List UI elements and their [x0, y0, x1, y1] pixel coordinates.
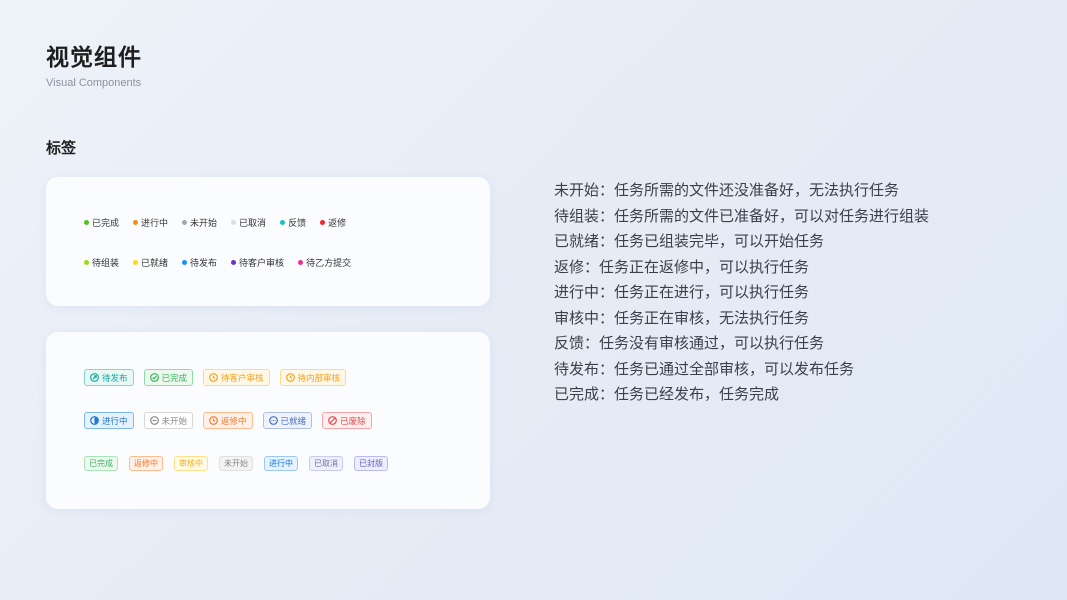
status-dot-icon — [133, 220, 139, 225]
status-tag-label: 待发布 — [102, 373, 128, 384]
description-line: 审核中：任务正在审核，无法执行任务 — [554, 308, 810, 327]
clock-icon — [285, 373, 295, 382]
status-tag: 待客户审核 — [203, 369, 270, 386]
status-tag-label: 已完成 — [89, 459, 113, 468]
status-tag: 已取消 — [309, 456, 343, 471]
status-dot-tag: 已就绪 — [133, 256, 168, 269]
status-dot-tag: 待乙方提交 — [298, 256, 351, 269]
status-dot-icon — [182, 220, 188, 225]
description-line: 反馈：任务没有审核通过，可以执行任务 — [554, 334, 825, 352]
status-descriptions: 未开始：任务所需的文件还没准备好，无法执行任务 待组装：任务所需的文件已准备好，… — [554, 178, 929, 408]
status-dot-icon — [133, 260, 139, 265]
status-tag: 返修中 — [203, 412, 253, 429]
status-tag: 返修中 — [129, 456, 163, 471]
description-line: 返修：任务正在返修中，可以执行任务 — [554, 257, 810, 276]
icon-tags-row-1: 待发布 已完成 待客户审核 待内部审核 — [84, 369, 347, 386]
half-circle-icon — [90, 416, 99, 425]
status-dot-tag: 返修 — [320, 216, 346, 229]
description-line: 待发布：任务已通过全部审核，可以发布任务 — [554, 359, 855, 378]
description-line: 进行中：任务正在进行，可以执行任务 — [554, 283, 810, 301]
status-tag-label: 返修中 — [221, 416, 247, 427]
status-tag-label: 已取消 — [314, 459, 338, 468]
status-tag-label: 已废除 — [340, 416, 366, 427]
status-tag: 待发布 — [84, 369, 134, 386]
status-tag: 已封版 — [354, 456, 388, 471]
clock-icon — [209, 416, 218, 425]
status-tag-label: 未开始 — [161, 416, 188, 427]
status-tag: 已完成 — [143, 369, 194, 386]
status-dot-tag: 待组装 — [84, 256, 119, 269]
description-line: 已完成：任务已经发布，任务完成 — [554, 385, 780, 403]
icon-tags-row-2: 进行中 未开始 返修中 已就绪 已废除 — [84, 412, 372, 429]
status-dot-icon — [84, 260, 89, 265]
page-title: 视觉组件 — [46, 45, 142, 71]
status-dot-icon — [280, 220, 286, 225]
status-tag-label: 待乙方提交 — [306, 259, 352, 269]
status-dot-tag: 已取消 — [231, 216, 266, 229]
plain-tags-row: 已完成 返修中 审核中 未开始 进行中 已取消 已封版 — [84, 456, 388, 471]
status-dot-tag: 待发布 — [182, 256, 217, 269]
status-tag-label: 待组装 — [92, 259, 120, 269]
status-tag-label: 已封版 — [359, 459, 383, 468]
status-dot-tag: 未开始 — [182, 216, 217, 229]
status-tag-label: 已就绪 — [141, 259, 169, 269]
status-tag-label: 待内部审核 — [297, 373, 341, 384]
description-line: 已就绪：任务已组装完毕，可以开始任务 — [554, 232, 825, 250]
status-dot-icon — [182, 260, 188, 265]
status-tag-label: 反馈 — [288, 219, 307, 229]
status-tag-label: 未开始 — [224, 459, 248, 468]
dots-circle-icon — [268, 416, 278, 425]
dot-tags-row-2: 待组装 已就绪 待发布 待客户审核 待乙方提交 — [84, 256, 351, 269]
status-tag-label: 待客户审核 — [239, 259, 285, 269]
status-dot-icon — [298, 260, 304, 265]
clock-icon — [209, 373, 218, 382]
status-tag-label: 已完成 — [161, 373, 188, 384]
status-tag: 待内部审核 — [279, 369, 347, 386]
dot-tags-card: 已完成 进行中 未开始 已取消 反馈 返修 待组装 已就绪 待发布 待客户审核 待乙方提交 — [46, 177, 490, 306]
description-line: 待组装：任务所需的文件已准备好，可以对任务进行组装 — [554, 206, 930, 225]
ban-icon — [328, 416, 337, 425]
description-line: 未开始：任务所需的文件还没准备好，无法执行任务 — [554, 181, 900, 199]
status-tag-label: 进行中 — [269, 459, 293, 468]
status-tag-label: 待客户审核 — [221, 373, 264, 384]
status-tag: 未开始 — [143, 412, 194, 429]
status-dot-tag: 待客户审核 — [231, 256, 284, 269]
send-icon — [90, 373, 99, 382]
status-tag: 审核中 — [174, 456, 208, 471]
check-circle-icon — [149, 373, 159, 382]
page-subtitle: Visual Components — [46, 77, 142, 89]
status-dot-icon — [231, 260, 237, 265]
status-tag: 未开始 — [219, 456, 253, 471]
status-tag-label: 已取消 — [239, 219, 267, 229]
status-tag: 已废除 — [322, 412, 372, 429]
section-title-tags: 标签 — [46, 139, 77, 157]
status-tag: 进行中 — [264, 456, 298, 471]
status-dot-icon — [231, 220, 237, 225]
status-tag: 已就绪 — [262, 412, 313, 429]
status-tag-label: 进行中 — [102, 416, 128, 427]
status-tag-label: 进行中 — [141, 219, 169, 229]
status-dot-tag: 进行中 — [133, 216, 168, 229]
dot-tags-row-1: 已完成 进行中 未开始 已取消 反馈 返修 — [84, 216, 346, 229]
status-tag-label: 返修中 — [134, 459, 158, 468]
status-dot-tag: 反馈 — [280, 216, 306, 229]
status-tag-label: 审核中 — [179, 459, 203, 468]
status-tag: 已完成 — [84, 456, 118, 471]
minus-circle-icon — [149, 416, 159, 425]
status-tag-label: 已完成 — [92, 219, 120, 229]
status-dot-icon — [320, 220, 326, 225]
status-tag-label: 返修 — [328, 219, 347, 229]
status-tag-label: 待发布 — [190, 259, 218, 269]
status-tag-label: 未开始 — [190, 219, 218, 229]
icon-tags-card: 待发布 已完成 待客户审核 待内部审核 进行中 未开始 返修中 已就绪 已废除 已完成 返修中审… — [46, 332, 490, 509]
status-tag-label: 已就绪 — [280, 416, 307, 427]
status-dot-icon — [84, 220, 89, 225]
status-dot-tag: 已完成 — [84, 216, 119, 229]
status-tag: 进行中 — [84, 412, 134, 429]
